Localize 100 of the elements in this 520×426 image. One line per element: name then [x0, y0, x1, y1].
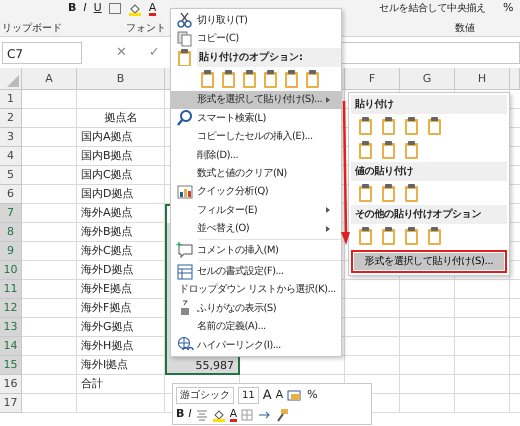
selected-cell[interactable]: 55,987 — [165, 356, 240, 375]
paste-option-button[interactable] — [426, 116, 443, 136]
clipboard-icon — [380, 116, 397, 136]
paste-option-button[interactable] — [380, 226, 397, 246]
column-header[interactable]: F — [345, 68, 400, 90]
table-cell: 海外C拠点 — [81, 244, 133, 257]
shrink-font-button[interactable]: A — [276, 387, 284, 404]
underline-button[interactable]: U — [94, 0, 102, 17]
menu-item[interactable]: コピーしたセルの挿入(E)... — [171, 128, 341, 146]
paste-option-button[interactable] — [357, 226, 374, 246]
paste-option-button[interactable] — [380, 140, 397, 160]
row-header[interactable]: 7 — [0, 204, 22, 223]
row-header[interactable]: 1 — [0, 90, 22, 109]
clipboard-icon — [426, 116, 443, 136]
bold-button[interactable]: B — [176, 406, 184, 423]
paste-option-button[interactable] — [403, 116, 420, 136]
menu-item[interactable]: コメントの挿入(M) — [171, 240, 341, 260]
row-header[interactable]: 16 — [0, 375, 22, 394]
font-size-dropdown[interactable]: 11 — [238, 387, 259, 404]
comment-icon — [176, 241, 194, 260]
menu-item[interactable]: ハイパーリンク(I)... — [171, 336, 341, 354]
menu-item[interactable]: 削除(D)... — [171, 146, 341, 164]
clipboard-icon — [403, 140, 420, 160]
merge-center-button[interactable]: セルを結合して中央揃え — [379, 1, 486, 16]
paste-option-button[interactable] — [403, 226, 420, 246]
menu-item[interactable]: 形式を選択して貼り付け(S)... — [171, 90, 341, 110]
row-header[interactable]: 14 — [0, 337, 22, 356]
menu-item[interactable]: 切り取り(T) — [171, 11, 341, 30]
font-color-button[interactable]: A — [230, 408, 238, 422]
italic-button[interactable]: I — [188, 406, 192, 423]
paste-option-button[interactable] — [262, 68, 279, 89]
paste-option-button[interactable] — [220, 68, 237, 89]
row-header[interactable]: 5 — [0, 166, 22, 185]
paste-option-button[interactable] — [241, 68, 258, 89]
menu-item[interactable]: セルの書式設定(F)... — [171, 262, 341, 281]
clipboard-icon — [380, 183, 397, 203]
table-cell: 拠点名 — [104, 111, 138, 124]
row-header[interactable]: 6 — [0, 185, 22, 204]
paste-option-button[interactable] — [426, 226, 443, 246]
paste-option-button[interactable] — [403, 140, 420, 160]
paste-special-button[interactable]: 形式を選択して貼り付け(S)... — [351, 250, 507, 273]
column-header[interactable]: G — [400, 68, 455, 90]
row-header[interactable]: 11 — [0, 280, 22, 299]
clipboard-icon — [426, 226, 443, 246]
row-header[interactable]: 4 — [0, 147, 22, 166]
paste-option-button[interactable] — [199, 68, 216, 89]
borders-icon — [108, 3, 121, 14]
paste-option-button[interactable] — [357, 140, 374, 160]
ribbon-group-label: リップボード — [2, 22, 62, 36]
clipboard-icon — [357, 183, 374, 203]
percent-button[interactable]: % — [502, 0, 514, 17]
paste-option-button[interactable] — [380, 116, 397, 136]
clipboard-icon — [241, 68, 258, 89]
format-painter-icon — [275, 408, 290, 422]
column-header[interactable]: B — [77, 68, 165, 90]
font-color-button[interactable]: A — [148, 2, 156, 16]
column-header[interactable]: H — [455, 68, 510, 90]
font-dropdown[interactable]: 游ゴシック — [176, 387, 234, 404]
paste-option-button[interactable] — [380, 183, 397, 203]
bold-button[interactable]: B — [68, 0, 76, 17]
table-cell: 海外B拠点 — [81, 225, 133, 238]
grow-font-button[interactable]: A — [262, 386, 272, 406]
percent-button[interactable]: % — [307, 387, 318, 404]
table-cell: 国内A拠点 — [81, 130, 133, 143]
table-cell: 海外I拠点 — [81, 358, 128, 371]
menu-item[interactable]: フィルター(E) — [171, 201, 341, 220]
menu-item[interactable]: ドロップダウン リストから選択(K)... — [171, 280, 341, 300]
row-header[interactable]: 8 — [0, 223, 22, 242]
paste-option-button[interactable] — [403, 183, 420, 203]
paste-option-button[interactable] — [357, 116, 374, 136]
paste-option-button[interactable] — [304, 68, 321, 89]
menu-item[interactable]: 並べ替え(O) — [171, 220, 341, 238]
row-header[interactable]: 17 — [0, 394, 22, 413]
ribbon-group-label: 数値 — [455, 22, 475, 36]
search-icon — [176, 109, 194, 128]
menu-item[interactable]: 数式と値のクリア(N) — [171, 164, 341, 183]
column-header[interactable]: A — [22, 68, 77, 90]
row-header[interactable]: 13 — [0, 318, 22, 337]
clipboard-icon — [357, 140, 374, 160]
row-header[interactable]: 2 — [0, 109, 22, 128]
menu-item[interactable]: ふりがなの表示(S) — [171, 299, 341, 318]
cancel-button[interactable]: ✕ — [116, 42, 127, 62]
menu-item[interactable]: クイック分析(Q) — [171, 182, 341, 202]
row-header[interactable]: 9 — [0, 242, 22, 261]
menu-item[interactable]: スマート検索(L) — [171, 109, 341, 128]
table-cell: 合計 — [81, 377, 103, 390]
row-header[interactable]: 3 — [0, 128, 22, 147]
table-cell: 海外F拠点 — [81, 301, 132, 314]
scissors-icon — [176, 11, 194, 30]
row-header[interactable]: 15 — [0, 356, 22, 375]
menu-item[interactable]: コピー(C) — [171, 29, 341, 48]
row-header[interactable]: 12 — [0, 299, 22, 318]
copy-icon — [176, 30, 194, 48]
paste-option-button[interactable] — [283, 68, 300, 89]
paste-option-button[interactable] — [357, 183, 374, 203]
italic-button[interactable]: I — [83, 0, 87, 17]
enter-button[interactable]: ✓ — [148, 42, 160, 62]
row-header[interactable]: 10 — [0, 261, 22, 280]
menu-item[interactable]: 名前の定義(A)... — [171, 317, 341, 336]
name-box[interactable]: C7 — [2, 42, 82, 64]
